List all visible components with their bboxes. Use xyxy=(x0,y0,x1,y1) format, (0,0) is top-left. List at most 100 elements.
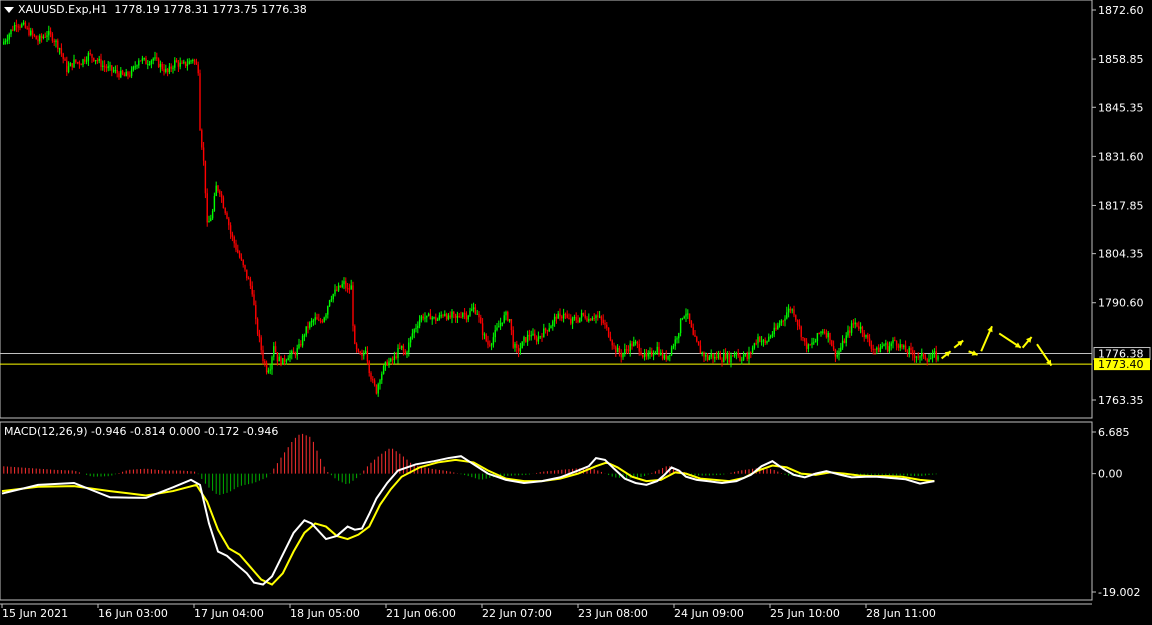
candle-body xyxy=(652,354,655,356)
candle-body xyxy=(172,67,174,69)
candle-body xyxy=(670,347,673,355)
candle-body xyxy=(859,326,862,329)
candle-body xyxy=(814,340,817,343)
candle-body xyxy=(370,373,372,380)
candle-body xyxy=(901,344,903,348)
candle-body xyxy=(384,361,387,367)
candle-body xyxy=(22,22,25,25)
candle-body xyxy=(305,326,307,336)
candle-body xyxy=(883,344,885,346)
candle-body xyxy=(510,319,513,331)
candle-body xyxy=(568,317,570,319)
candle-body xyxy=(795,315,797,321)
price-pane-border xyxy=(0,0,1093,419)
macd-y-tick-label: 6.685 xyxy=(1098,426,1130,439)
candle-body xyxy=(258,333,261,338)
candle-body xyxy=(561,316,563,319)
candle-body xyxy=(631,343,633,347)
candle-body xyxy=(546,330,549,332)
candle-body xyxy=(343,281,345,285)
candle-body xyxy=(724,353,727,359)
candle-body xyxy=(40,35,43,38)
candle-body xyxy=(6,39,9,41)
candle-body xyxy=(534,333,536,339)
candle-body xyxy=(690,321,693,328)
candle-body xyxy=(879,347,882,353)
candle-body xyxy=(240,257,243,260)
candle-body xyxy=(708,356,711,360)
y-tick-label: 1763.35 xyxy=(1098,394,1144,407)
candle-body xyxy=(330,299,333,301)
candle-body xyxy=(366,350,369,362)
candle-body xyxy=(332,294,334,300)
candle-body xyxy=(348,288,351,290)
candle-body xyxy=(867,334,869,339)
candle-body xyxy=(19,26,21,28)
candle-body xyxy=(804,338,806,342)
y-tick-label: 1804.35 xyxy=(1098,248,1144,261)
candle-body xyxy=(917,356,919,358)
candle-body xyxy=(593,318,595,320)
x-tick-label: 17 Jun 04:00 xyxy=(194,607,264,620)
candle-body xyxy=(505,311,507,316)
candle-body xyxy=(96,60,99,62)
candle-body xyxy=(777,325,779,330)
candle-body xyxy=(771,334,774,337)
candle-body xyxy=(145,58,147,65)
candle-body xyxy=(910,347,912,351)
candle-body xyxy=(840,347,842,352)
candle-body xyxy=(199,73,201,131)
candle-body xyxy=(334,289,336,295)
candle-body xyxy=(570,318,572,324)
candle-body xyxy=(541,336,543,338)
candle-body xyxy=(721,359,723,363)
candle-body xyxy=(417,325,419,328)
candle-body xyxy=(831,340,833,347)
candle-body xyxy=(766,341,768,344)
candle-body xyxy=(843,340,846,343)
candle-body xyxy=(143,58,145,60)
signal-line xyxy=(1,458,935,586)
x-tick-label: 15 Jun 2021 xyxy=(2,607,68,620)
candle-body xyxy=(751,347,754,353)
candle-body xyxy=(24,22,27,28)
candle-body xyxy=(674,339,676,347)
chevron-down-icon[interactable] xyxy=(4,7,14,13)
candle-body xyxy=(586,318,588,322)
candle-body xyxy=(463,313,466,315)
chart-window[interactable]: 1872.60 1858.85 1845.35 1831.60 1817.85 1804.… xyxy=(0,0,1152,621)
candle-body xyxy=(60,48,63,54)
candle-body xyxy=(163,69,165,72)
candle-body xyxy=(373,380,376,385)
candle-body xyxy=(233,236,235,244)
candle-body xyxy=(606,324,608,328)
candle-body xyxy=(4,40,7,42)
candle-body xyxy=(543,328,545,338)
candle-body xyxy=(197,64,199,74)
candle-body xyxy=(381,373,383,381)
candle-body xyxy=(442,315,444,317)
candle-body xyxy=(78,62,81,65)
candle-body xyxy=(114,69,117,71)
candle-body xyxy=(87,53,90,61)
candle-body xyxy=(735,353,738,355)
candle-body xyxy=(49,31,52,34)
price-chart[interactable]: 1872.60 1858.85 1845.35 1831.60 1817.85 1804.… xyxy=(0,0,1152,621)
candle-body xyxy=(46,35,48,38)
candle-body xyxy=(111,65,113,71)
candle-body xyxy=(399,347,401,349)
candle-body xyxy=(166,68,169,73)
candle-body xyxy=(282,358,284,365)
candle-body xyxy=(514,343,516,348)
candle-body xyxy=(247,278,250,280)
candle-body xyxy=(33,34,36,36)
candle-body xyxy=(807,344,810,349)
candle-body xyxy=(487,340,489,345)
candle-body xyxy=(523,337,525,342)
candle-body xyxy=(742,354,745,360)
candle-body xyxy=(285,360,288,362)
candle-body xyxy=(498,326,500,328)
candle-body xyxy=(904,345,907,352)
candle-body xyxy=(91,54,93,58)
candle-body xyxy=(791,309,793,311)
